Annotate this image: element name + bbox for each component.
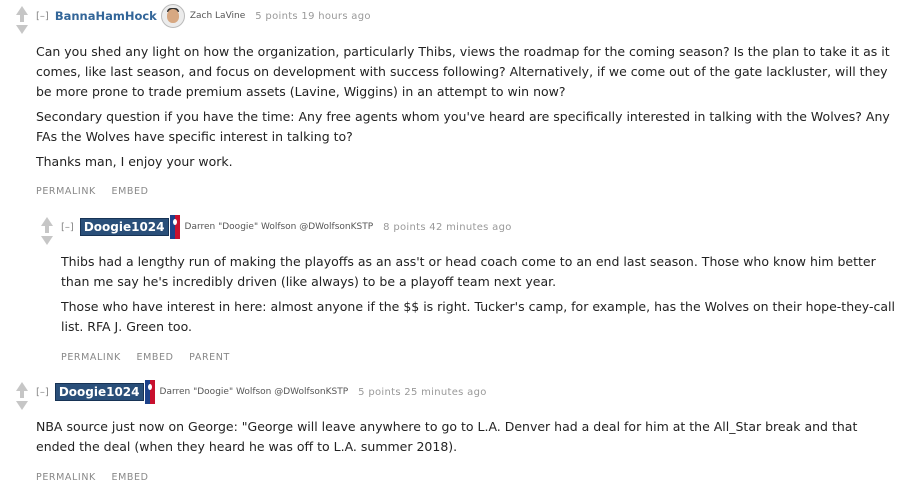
comment-tagline: [–] Doogie1024 Darren "Doogie" Wolfson @… <box>36 380 487 404</box>
comment-doogie-top: [–] Doogie1024 Darren "Doogie" Wolfson @… <box>0 370 912 492</box>
vote-stem-icon <box>20 15 24 22</box>
collapse-toggle[interactable]: [–] <box>61 222 74 233</box>
vote-arrows <box>14 382 30 410</box>
upvote-arrow-icon[interactable] <box>16 6 28 15</box>
comment-paragraph: Secondary question if you have the time:… <box>36 109 890 144</box>
score-and-time: 8 points 42 minutes ago <box>383 221 512 233</box>
upvote-arrow-icon[interactable] <box>41 217 53 226</box>
collapse-toggle[interactable]: [–] <box>36 387 49 398</box>
vote-stem-icon <box>45 226 49 233</box>
comment-tagline: [–] Doogie1024 Darren "Doogie" Wolfson @… <box>61 215 512 239</box>
embed-button[interactable]: EMBED <box>136 352 173 363</box>
embed-button[interactable]: EMBED <box>111 186 148 197</box>
author-link[interactable]: Doogie1024 <box>79 218 169 236</box>
comment-body: Thibs had a lengthy run of making the pl… <box>61 252 903 342</box>
user-flair: Zach LaVine <box>189 11 246 21</box>
downvote-arrow-icon[interactable] <box>41 236 53 245</box>
user-flair: Darren "Doogie" Wolfson @DWolfsonKSTP <box>159 387 349 397</box>
vote-stem-icon <box>20 391 24 398</box>
comment-body: NBA source just now on George: "George w… <box>36 417 898 462</box>
parent-button[interactable]: PARENT <box>189 352 230 363</box>
comment-tagline: [–] BannaHamHock Zach LaVine 5 points 19… <box>36 4 371 28</box>
comment-buttons: PERMALINK EMBED <box>36 186 161 197</box>
score-and-time: 5 points 25 minutes ago <box>358 386 487 398</box>
user-flair: Darren "Doogie" Wolfson @DWolfsonKSTP <box>184 222 374 232</box>
collapse-toggle[interactable]: [–] <box>36 11 49 22</box>
embed-button[interactable]: EMBED <box>111 472 148 483</box>
comment-paragraph: Can you shed any light on how the organi… <box>36 44 890 99</box>
nba-logo-icon <box>144 380 155 404</box>
flair-avatar-icon <box>160 4 185 28</box>
permalink-button[interactable]: PERMALINK <box>36 186 96 197</box>
permalink-button[interactable]: PERMALINK <box>36 472 96 483</box>
score-and-time: 5 points 19 hours ago <box>255 10 371 22</box>
vote-arrows <box>14 6 30 34</box>
author-link[interactable]: Doogie1024 <box>54 383 144 401</box>
comment-paragraph: Thanks man, I enjoy your work. <box>36 154 233 169</box>
comment-buttons: PERMALINK EMBED <box>36 472 161 483</box>
permalink-button[interactable]: PERMALINK <box>61 352 121 363</box>
comment-paragraph: Those who have interest in here: almost … <box>61 299 895 334</box>
comment-doogie-reply: [–] Doogie1024 Darren "Doogie" Wolfson @… <box>0 205 912 370</box>
comment-paragraph: NBA source just now on George: "George w… <box>36 419 858 454</box>
nba-logo-icon <box>169 215 180 239</box>
downvote-arrow-icon[interactable] <box>16 25 28 34</box>
vote-arrows <box>39 217 55 245</box>
upvote-arrow-icon[interactable] <box>16 382 28 391</box>
comment-bannahamhock: [–] BannaHamHock Zach LaVine 5 points 19… <box>0 0 912 205</box>
comment-buttons: PERMALINK EMBED PARENT <box>61 352 242 363</box>
author-link[interactable]: BannaHamHock <box>55 9 157 23</box>
comment-paragraph: Thibs had a lengthy run of making the pl… <box>61 254 876 289</box>
comment-body: Can you shed any light on how the organi… <box>36 42 898 177</box>
downvote-arrow-icon[interactable] <box>16 401 28 410</box>
